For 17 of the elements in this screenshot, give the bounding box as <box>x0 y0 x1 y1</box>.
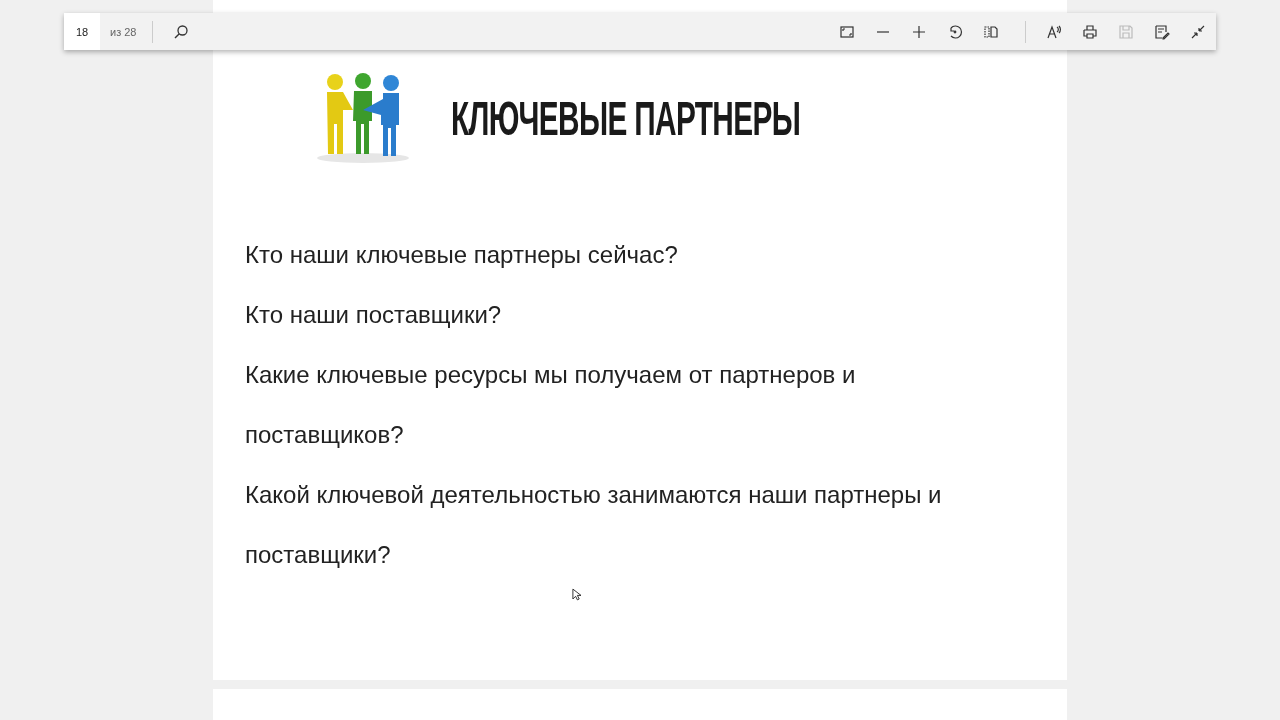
page-number-field[interactable]: 18 <box>64 13 100 50</box>
mouse-cursor-icon <box>572 588 581 601</box>
print-icon[interactable] <box>1082 23 1098 40</box>
read-aloud-icon[interactable] <box>1046 23 1062 40</box>
exit-fullscreen-icon[interactable] <box>1190 23 1206 40</box>
question-text: Какие ключевые ресурсы мы получаем от партнеров и поставщиков? <box>245 360 857 450</box>
slide-title: КЛЮЧЕВЫЕ ПАРТНЕРЫ <box>451 90 801 146</box>
question-text: Кто наши поставщики? <box>245 300 503 330</box>
page-total: из 28 <box>110 25 137 38</box>
rotate-icon[interactable] <box>947 23 963 40</box>
search-icon[interactable] <box>173 23 190 40</box>
zoom-in-icon[interactable] <box>911 23 927 40</box>
question-text: Какой ключевой деятельностью занимаются наши партнеры и поставщики? <box>245 480 943 570</box>
annotate-icon[interactable] <box>1154 23 1170 40</box>
fit-page-icon[interactable] <box>839 23 855 40</box>
question-text: Кто наши ключевые партнеры сейчас? <box>245 240 679 270</box>
two-page-icon[interactable] <box>983 23 999 40</box>
